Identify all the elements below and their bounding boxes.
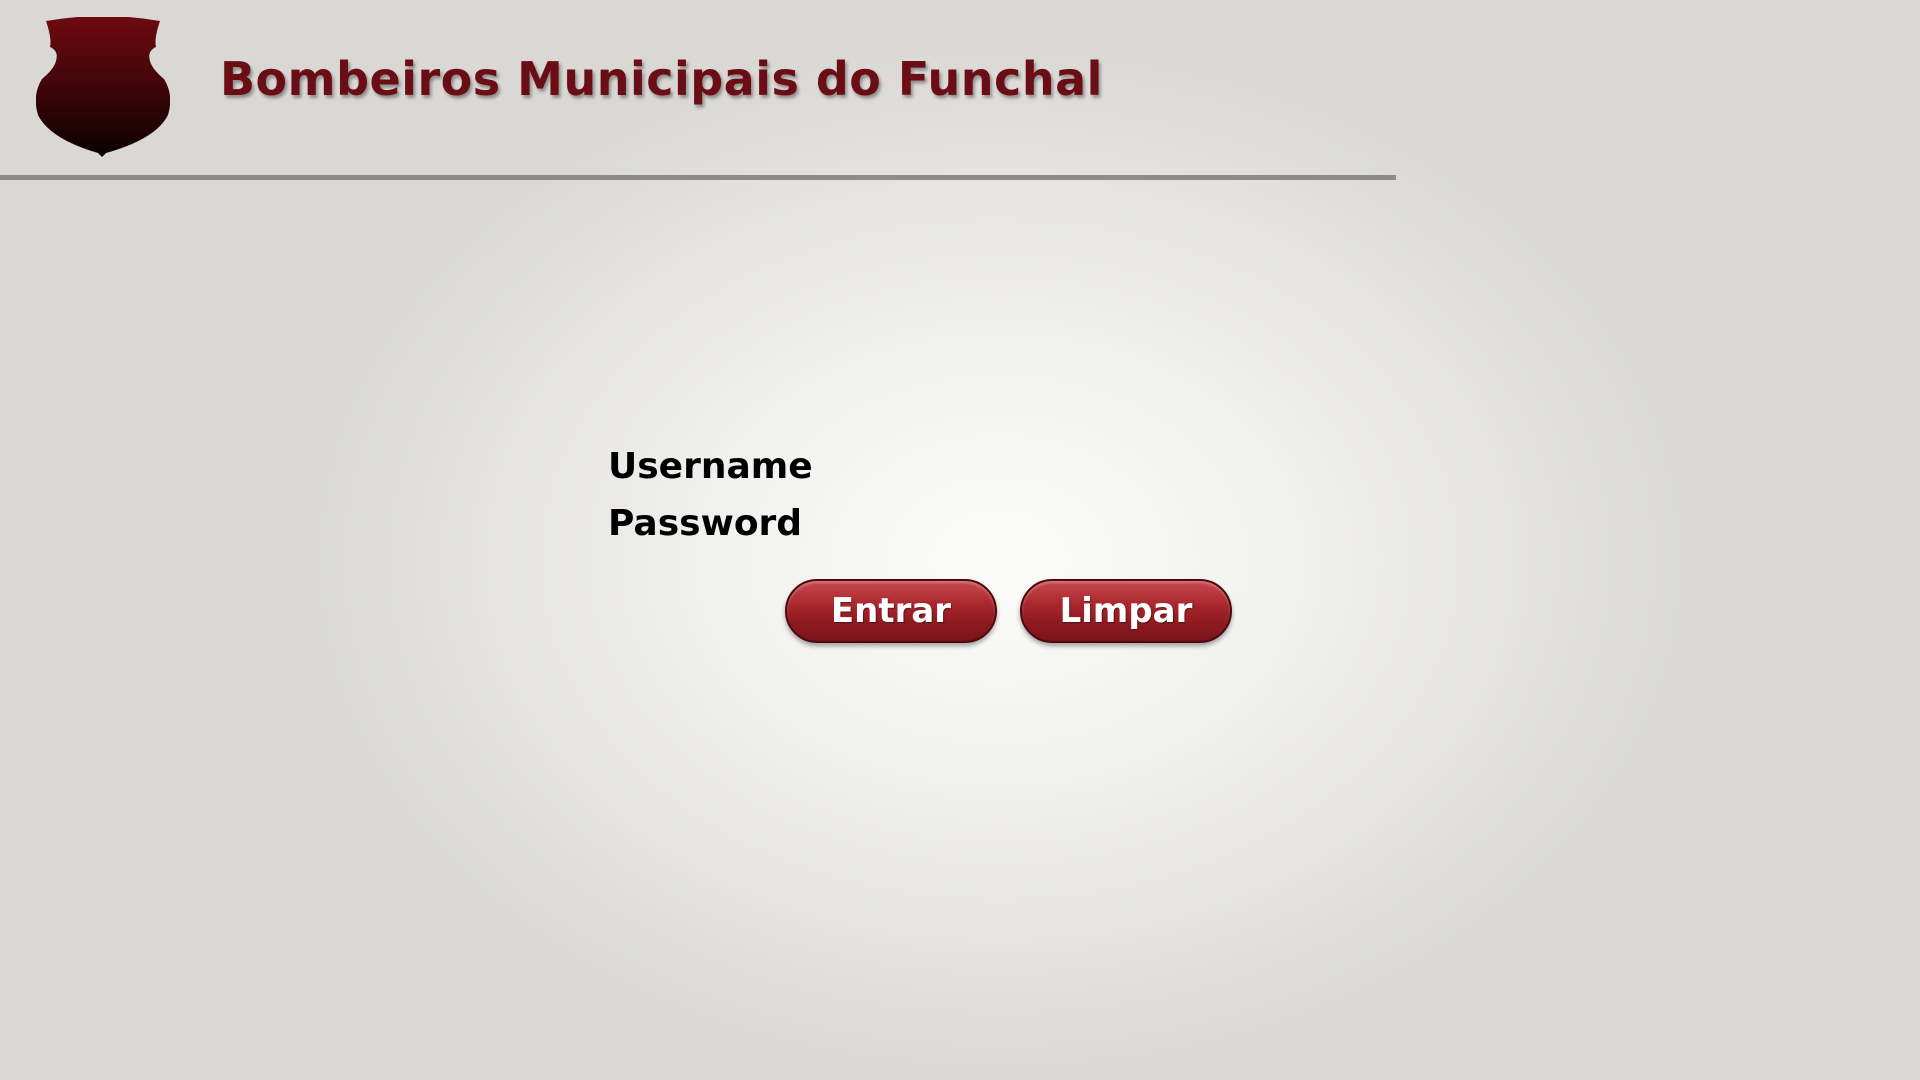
app-header: Bombeiros Municipais do Funchal xyxy=(0,0,1396,180)
login-form: Username Password Entrar Limpar xyxy=(608,440,1248,660)
username-row: Username xyxy=(608,440,1248,492)
username-input[interactable] xyxy=(818,445,1202,487)
password-row: Password xyxy=(608,497,1248,549)
password-label: Password xyxy=(608,502,803,544)
login-button[interactable]: Entrar xyxy=(785,579,997,643)
shield-icon xyxy=(36,17,170,157)
app-title: Bombeiros Municipais do Funchal xyxy=(220,52,1103,106)
password-input[interactable] xyxy=(818,502,1202,544)
header-divider xyxy=(0,175,1396,180)
clear-button[interactable]: Limpar xyxy=(1020,579,1232,643)
username-label: Username xyxy=(608,445,813,487)
